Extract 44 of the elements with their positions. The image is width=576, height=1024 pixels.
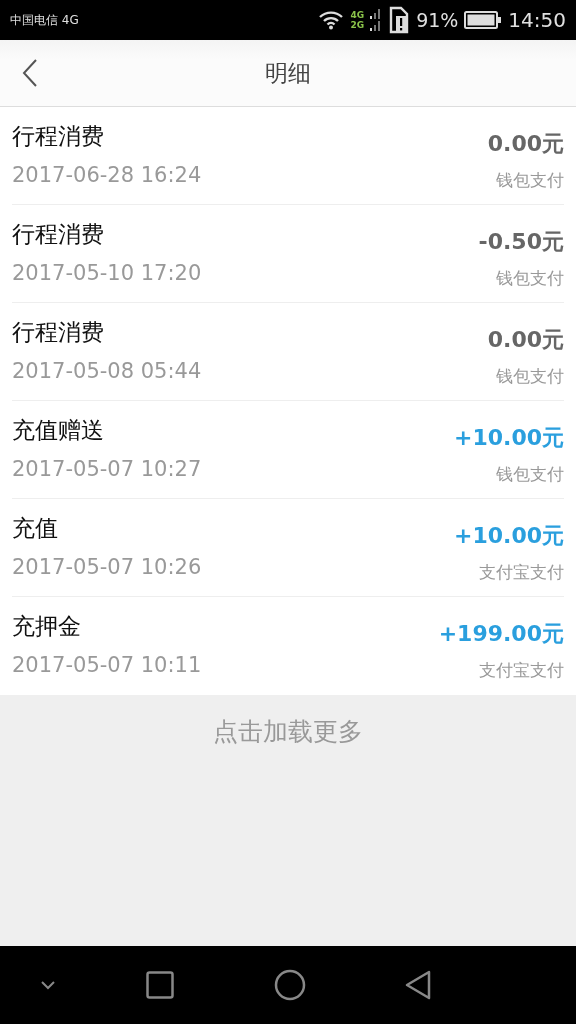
battery-percent: 91% xyxy=(416,9,459,31)
record-row[interactable]: 充值 2017-05-07 10:26 +10.00元 支付宝支付 xyxy=(12,499,564,597)
network-label: 4G xyxy=(350,10,365,20)
network-label: 2G xyxy=(350,20,365,30)
record-title: 行程消费 xyxy=(12,122,105,151)
payment-method: 钱包支付 xyxy=(496,365,564,388)
record-time: 2017-05-08 05:44 xyxy=(12,359,202,383)
record-time: 2017-06-28 16:24 xyxy=(12,163,202,187)
record-row[interactable]: 行程消费 2017-06-28 16:24 0.00元 钱包支付 xyxy=(12,107,564,205)
payment-method: 支付宝支付 xyxy=(479,659,564,682)
record-title: 充押金 xyxy=(12,612,82,641)
record-title: 行程消费 xyxy=(12,318,105,347)
record-title: 充值赠送 xyxy=(12,416,105,445)
record-amount: 0.00元 xyxy=(487,326,564,354)
battery-icon xyxy=(464,10,503,30)
carrier-label: 中国电信 4G xyxy=(10,11,80,29)
page-title: 明细 xyxy=(265,58,311,88)
record-amount: -0.50元 xyxy=(478,228,564,256)
record-amount: +10.00元 xyxy=(453,522,564,550)
wifi-icon xyxy=(318,10,345,30)
record-time: 2017-05-07 10:27 xyxy=(12,457,202,481)
hide-keyboard-icon[interactable] xyxy=(40,980,56,990)
clock-time: 14:50 xyxy=(508,8,566,32)
back-icon[interactable] xyxy=(404,970,432,1000)
record-time: 2017-05-07 10:26 xyxy=(12,555,202,579)
payment-method: 钱包支付 xyxy=(496,463,564,486)
payment-method: 钱包支付 xyxy=(496,267,564,290)
record-row[interactable]: 充押金 2017-05-07 10:11 +199.00元 支付宝支付 xyxy=(12,597,564,695)
record-row[interactable]: 充值赠送 2017-05-07 10:27 +10.00元 钱包支付 xyxy=(12,401,564,499)
record-time: 2017-05-07 10:11 xyxy=(12,653,202,677)
recent-apps-icon[interactable] xyxy=(146,971,174,999)
record-amount: 0.00元 xyxy=(487,130,564,158)
payment-method: 钱包支付 xyxy=(496,169,564,192)
record-row[interactable]: 行程消费 2017-05-08 05:44 0.00元 钱包支付 xyxy=(12,303,564,401)
record-title: 充值 xyxy=(12,514,59,543)
record-title: 行程消费 xyxy=(12,220,105,249)
signal-icon xyxy=(370,8,383,32)
home-icon[interactable] xyxy=(274,969,306,1001)
record-amount: +10.00元 xyxy=(453,424,564,452)
sim-alert-icon xyxy=(388,6,411,34)
record-row[interactable]: 行程消费 2017-05-10 17:20 -0.50元 钱包支付 xyxy=(12,205,564,303)
payment-method: 支付宝支付 xyxy=(479,561,564,584)
record-amount: +199.00元 xyxy=(438,620,564,648)
record-time: 2017-05-10 17:20 xyxy=(12,261,202,285)
